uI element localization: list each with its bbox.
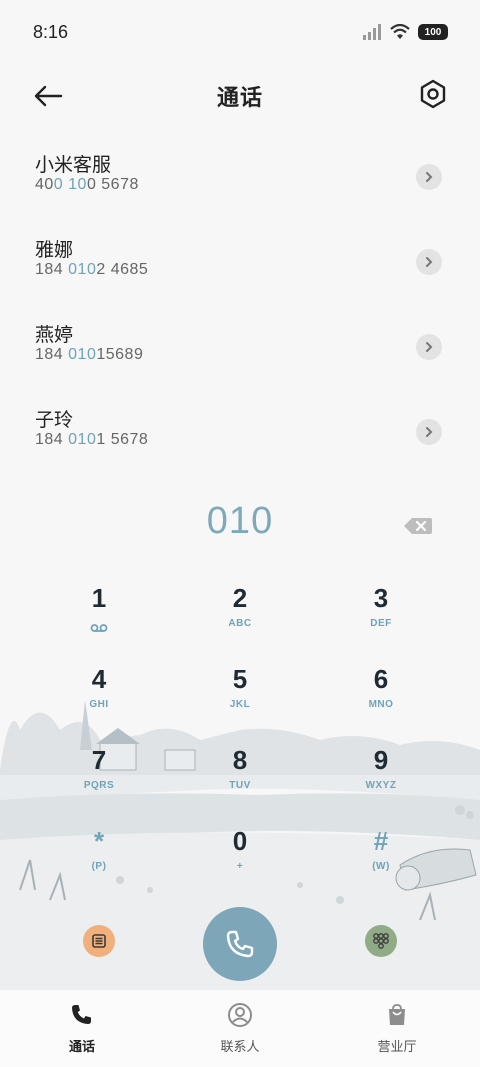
page-title: 通话 xyxy=(216,86,263,111)
key-6[interactable]: 6 MNO xyxy=(331,659,431,729)
menu-button[interactable] xyxy=(83,925,115,957)
status-bar: 8:16 100 xyxy=(0,0,480,64)
key-2[interactable]: 2 ABC xyxy=(190,578,290,648)
wifi-icon xyxy=(390,24,410,39)
contact-number: 184 0101 5678 xyxy=(35,431,149,448)
key-4[interactable]: 4 GHI xyxy=(49,659,149,729)
gear-icon xyxy=(420,79,446,109)
key-hash[interactable]: # (W) xyxy=(331,821,431,891)
key-0[interactable]: 0 + xyxy=(190,821,290,891)
dialer-actions xyxy=(0,905,480,985)
key-5[interactable]: 5 JKL xyxy=(190,659,290,729)
contact-name: 燕婷 xyxy=(35,324,74,346)
chevron-right-icon xyxy=(426,172,433,182)
backspace-button[interactable] xyxy=(403,515,433,537)
chevron-right-icon xyxy=(426,257,433,267)
status-icons: 100 xyxy=(362,24,448,40)
key-9[interactable]: 9 WXYZ xyxy=(331,740,431,810)
call-button[interactable] xyxy=(203,907,277,981)
chevron-right-icon xyxy=(426,342,433,352)
key-1[interactable]: 1 xyxy=(49,578,149,648)
backspace-icon xyxy=(404,518,432,534)
contact-name: 雅娜 xyxy=(35,239,74,261)
key-8[interactable]: 8 TUV xyxy=(190,740,290,810)
bottom-tab-bar: 通话 联系人 营业厅 xyxy=(0,990,480,1067)
contact-row[interactable]: 雅娜 184 0102 4685 xyxy=(0,225,480,310)
contact-detail-button[interactable] xyxy=(416,164,442,190)
header: 通话 xyxy=(0,70,480,120)
contact-name: 子玲 xyxy=(35,409,74,431)
keypad-toggle-button[interactable] xyxy=(365,925,397,957)
contact-name: 小米客服 xyxy=(35,154,112,176)
person-icon xyxy=(228,1003,252,1027)
contact-number: 184 01015689 xyxy=(35,346,144,363)
tab-business-hall[interactable]: 营业厅 xyxy=(347,1002,447,1055)
contact-detail-button[interactable] xyxy=(416,249,442,275)
keypad-icon xyxy=(373,933,389,949)
contact-number: 400 100 5678 xyxy=(35,176,139,193)
chevron-right-icon xyxy=(426,427,433,437)
phone-icon xyxy=(72,1005,91,1024)
signal-icon xyxy=(363,24,381,40)
key-star[interactable]: * (P) xyxy=(49,821,149,891)
contact-number: 184 0102 4685 xyxy=(35,261,149,278)
battery-indicator: 100 xyxy=(418,24,448,40)
tab-contacts[interactable]: 联系人 xyxy=(190,1002,290,1055)
tab-calls[interactable]: 通话 xyxy=(32,1002,132,1055)
bag-icon xyxy=(389,1004,405,1025)
settings-button[interactable] xyxy=(416,76,450,112)
menu-icon xyxy=(92,934,106,948)
contact-row[interactable]: 子玲 184 0101 5678 xyxy=(0,395,480,480)
contact-detail-button[interactable] xyxy=(416,334,442,360)
contact-list: 小米客服 400 100 5678 雅娜 184 0102 4685 燕婷 18… xyxy=(0,140,480,480)
key-3[interactable]: 3 DEF xyxy=(331,578,431,648)
contact-row[interactable]: 小米客服 400 100 5678 xyxy=(0,140,480,225)
key-7[interactable]: 7 PQRS xyxy=(49,740,149,810)
contact-detail-button[interactable] xyxy=(416,419,442,445)
phone-icon xyxy=(226,930,254,958)
voicemail-icon xyxy=(90,624,108,632)
status-time: 8:16 xyxy=(33,22,69,42)
contact-row[interactable]: 燕婷 184 01015689 xyxy=(0,310,480,395)
